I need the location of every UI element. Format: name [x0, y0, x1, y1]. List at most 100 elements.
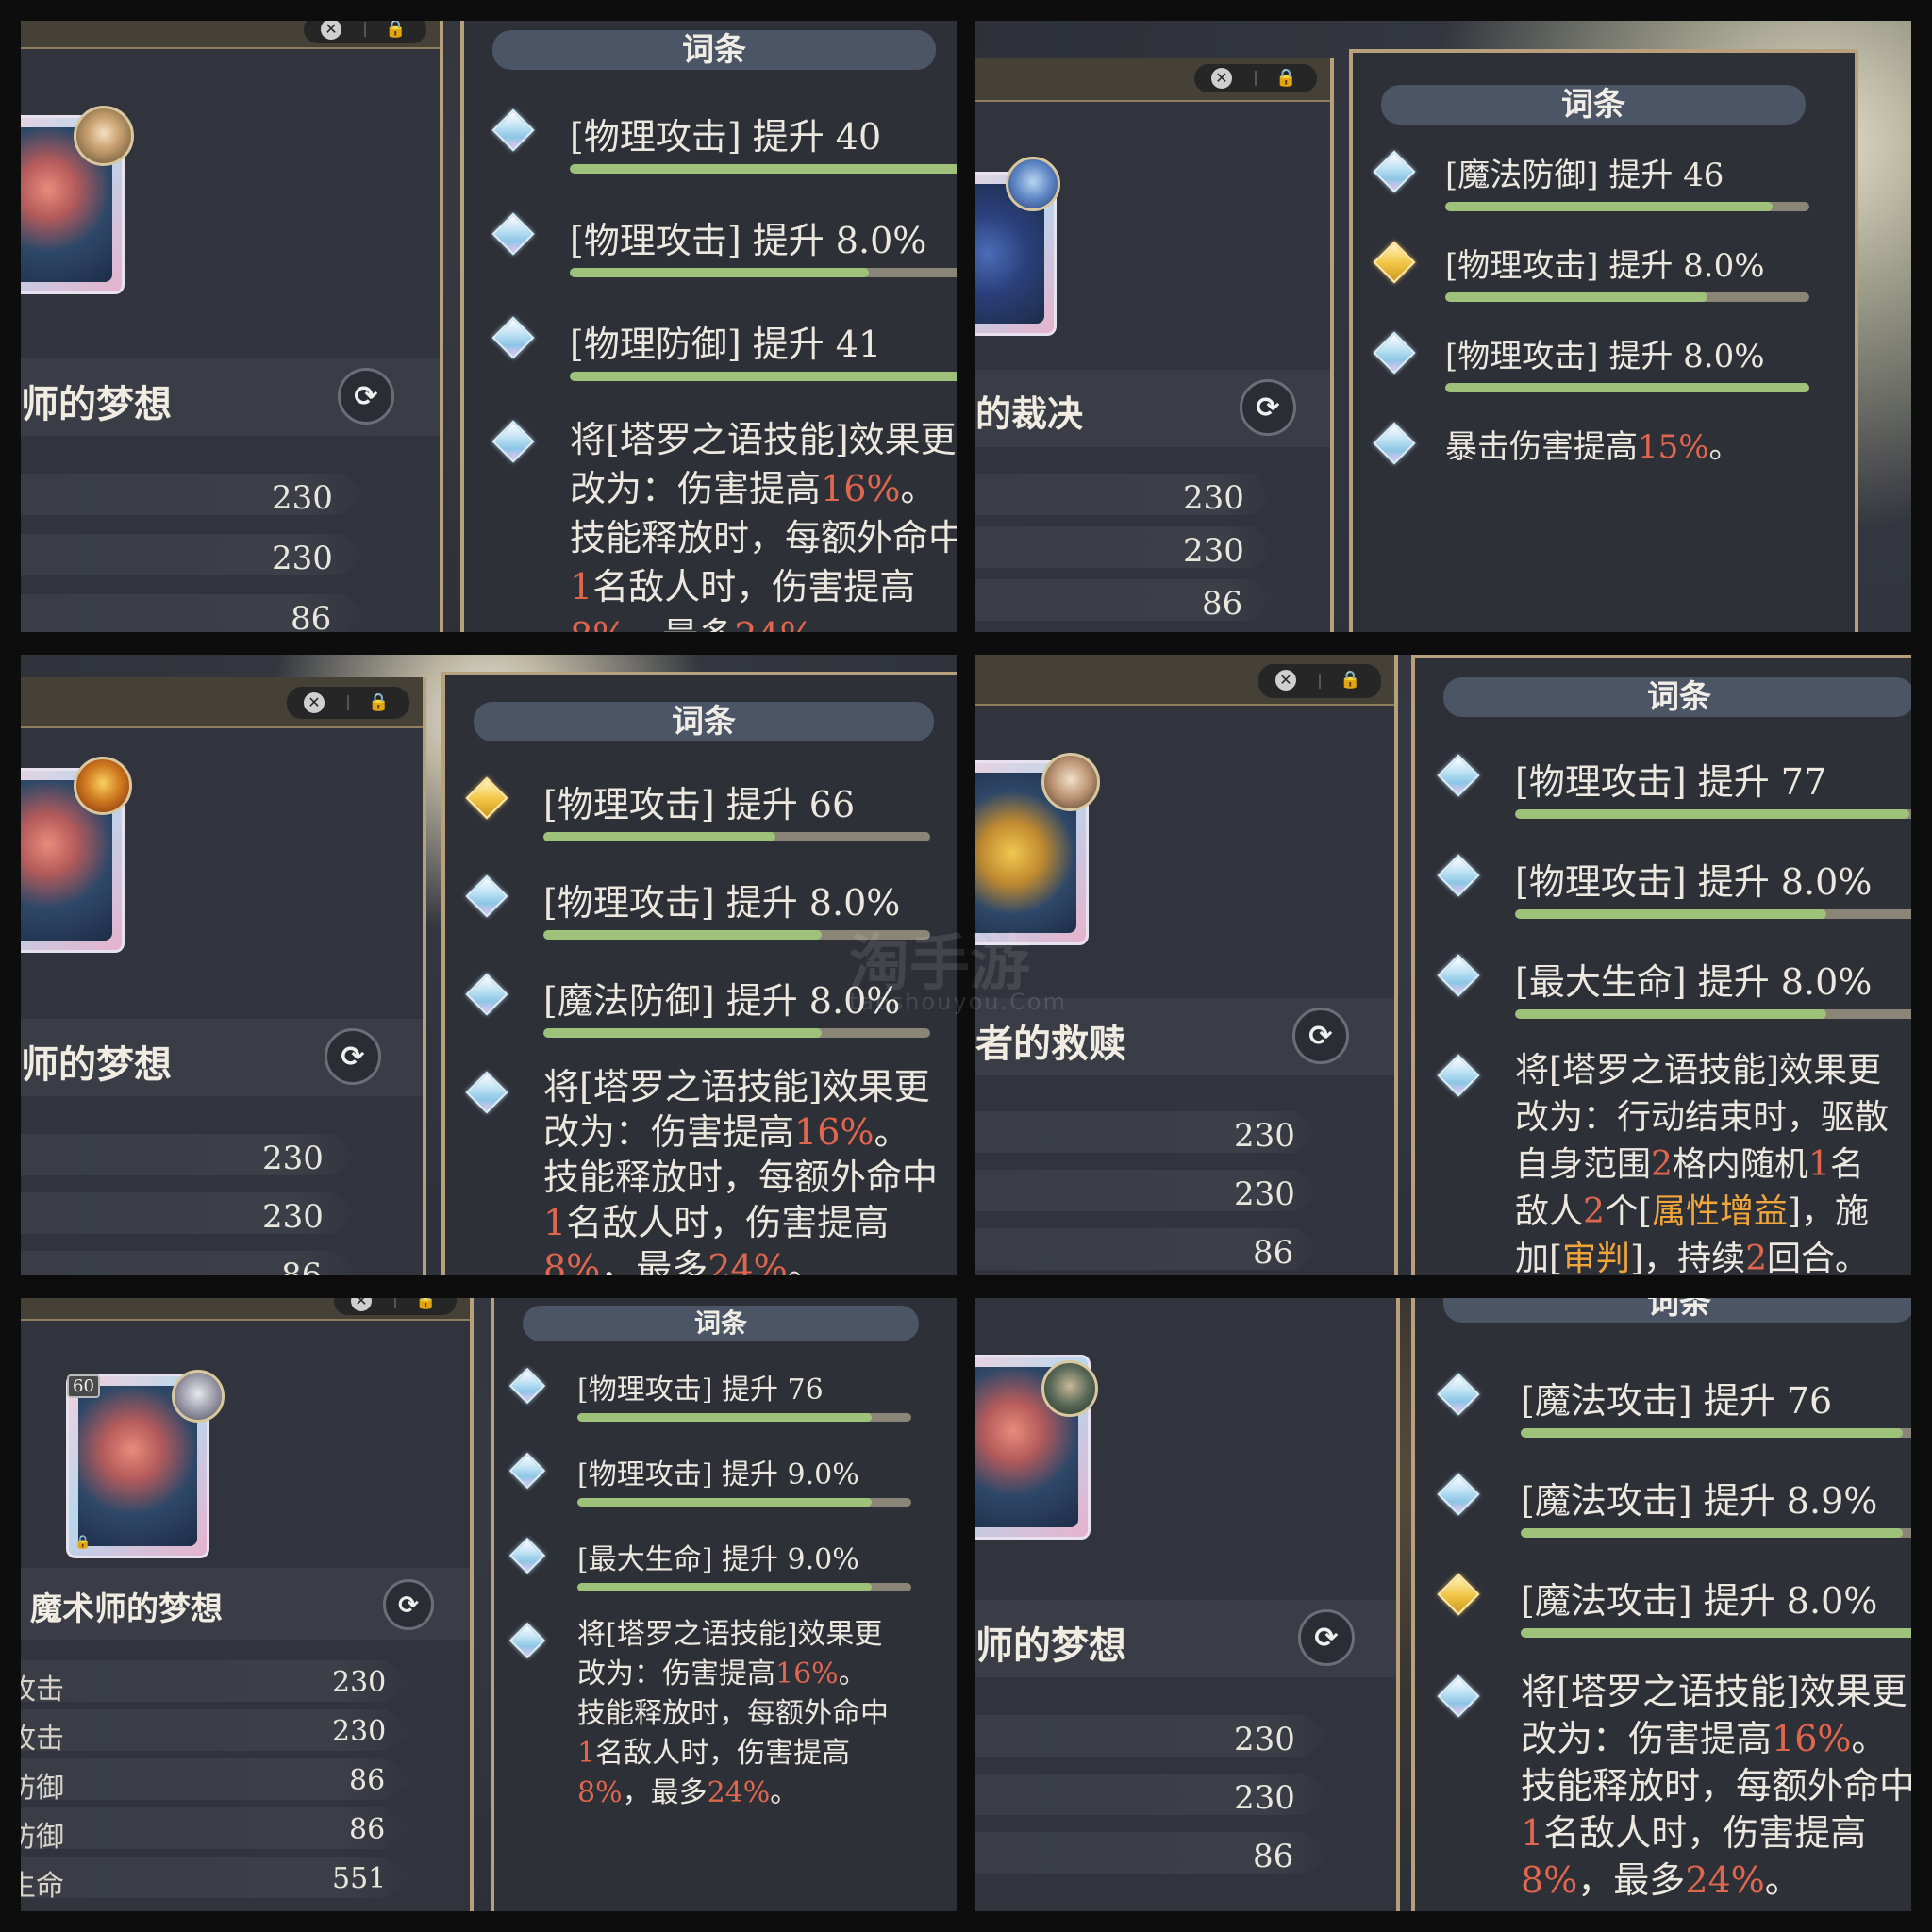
equipment-name: 师的梦想 — [21, 382, 172, 426]
stat-row: 230 — [975, 474, 1277, 515]
affix-gem-icon — [1437, 1473, 1480, 1516]
stat-row: 230 — [975, 1774, 1334, 1815]
discard-icon[interactable]: ✕ — [1211, 68, 1232, 89]
top-bar: ✕ 🔒 — [21, 21, 440, 49]
action-pill: ✕ 🔒 — [334, 1298, 457, 1315]
affix-header: 词条 — [474, 702, 934, 741]
affix-row: [物理攻击] 提升 76 — [508, 1366, 955, 1432]
stat-row: 230 — [21, 1192, 360, 1234]
equipment-info-panel: 师的梦想 ⟳ 230 230 86 — [975, 1298, 1400, 1911]
affix-progress-bar — [1515, 1009, 1911, 1019]
affix-progress-bar — [570, 268, 957, 277]
affix-gem-icon — [491, 316, 535, 359]
top-bar: ✕ 🔒 — [21, 677, 423, 728]
panel-5: ✕ 🔒 60 🔒 魔术师的梦想 ⟳ 攻击 230 攻击 230 防御 86 防御 86 … — [21, 1298, 957, 1911]
action-pill: ✕ 🔒 — [304, 21, 426, 43]
affix-row: [魔法攻击] 提升 76 — [1437, 1372, 1911, 1447]
affix-progress-bar — [1521, 1428, 1911, 1438]
refresh-icon[interactable]: ⟳ — [383, 1579, 434, 1630]
level-badge: 60 — [67, 1374, 100, 1398]
affix-row: [魔法攻击] 提升 8.9% — [1437, 1472, 1911, 1547]
special-effect-text: 将[塔罗之语技能]效果更 改为：伤害提高16%。 技能释放时，每额外命中 1名敌… — [570, 419, 957, 632]
lock-icon[interactable]: 🔒 — [1340, 669, 1360, 691]
affix-row: [物理攻击] 提升 9.0% — [508, 1451, 955, 1517]
affix-panel: 词条 [物理攻击] 提升 77 [物理攻击] 提升 8.0% [最大生命] 提升… — [1411, 655, 1911, 1275]
affix-gem-icon — [508, 1622, 546, 1659]
affix-progress-bar — [543, 1028, 930, 1038]
stat-row: 86 — [975, 1832, 1334, 1874]
stat-row: 攻击 230 — [21, 1709, 417, 1751]
panel-4: ✕ 🔒 者的救赎 ⟳ 230 230 86 词条 [物理攻击] 提升 77 [物… — [975, 655, 1911, 1275]
special-effect-text: 将[塔罗之语技能]效果更 改为：行动结束时，驱散 自身范围2格内随机1名 敌人2… — [1515, 1051, 1890, 1275]
refresh-icon[interactable]: ⟳ — [325, 1028, 381, 1085]
stat-row: 230 — [21, 534, 370, 575]
equipment-name-bar: 师的梦想 ⟳ — [21, 358, 440, 436]
stat-row: 230 — [975, 1170, 1324, 1211]
card-lock-icon: 🔒 — [75, 1535, 92, 1550]
lock-icon[interactable]: 🔒 — [368, 691, 389, 714]
affix-gem-icon — [508, 1367, 546, 1405]
affix-gem-icon — [1437, 1674, 1480, 1718]
affix-gem-gold-icon — [465, 776, 508, 820]
affix-gem-icon — [491, 212, 535, 256]
stat-row: 230 — [21, 474, 370, 515]
refresh-icon[interactable]: ⟳ — [1298, 1609, 1355, 1666]
equipment-info-panel: ✕ 🔒 师的梦想 ⟳ 230 230 86 — [21, 21, 443, 632]
special-effect-text: 将[塔罗之语技能]效果更 改为：伤害提高16%。 技能释放时，每额外命中 1名敌… — [1521, 1671, 1911, 1901]
watermark-url: taoshouyou.Com — [849, 989, 1067, 1015]
affix-panel: 词条 [魔法攻击] 提升 76 [魔法攻击] 提升 8.9% [魔法攻击] 提升… — [1411, 1298, 1911, 1911]
affix-row: [物理攻击] 提升 8.0% — [1373, 240, 1838, 315]
affix-gem-icon — [1437, 1054, 1480, 1097]
character-avatar — [1006, 157, 1060, 211]
equipment-name: 的裁决 — [975, 392, 1084, 435]
affix-row: [物理攻击] 提升 66 — [465, 775, 957, 851]
discard-icon[interactable]: ✕ — [321, 21, 341, 40]
stat-row: 86 — [21, 594, 370, 632]
equipment-name: 魔术师的梦想 — [30, 1591, 223, 1628]
panel-3: ✕ 🔒 师的梦想 ⟳ 230 230 86 词条 [物理攻击] 提升 66 [物… — [21, 655, 957, 1275]
affix-header: 词条 — [1443, 677, 1911, 717]
lock-icon[interactable]: 🔒 — [415, 1298, 436, 1312]
discard-icon[interactable]: ✕ — [1275, 670, 1296, 691]
affix-progress-bar — [577, 1498, 911, 1507]
lock-icon[interactable]: 🔒 — [385, 21, 406, 41]
stat-row: 生命 551 — [21, 1857, 417, 1898]
character-avatar — [74, 106, 134, 166]
affix-gem-icon — [491, 420, 535, 463]
affix-gem-icon — [491, 108, 535, 152]
affix-gem-icon — [1373, 331, 1416, 375]
affix-gem-icon — [508, 1537, 546, 1574]
affix-progress-bar — [1445, 202, 1809, 211]
action-pill: ✕ 🔒 — [1194, 64, 1317, 92]
discard-icon[interactable]: ✕ — [351, 1298, 372, 1311]
stat-row: 230 — [975, 1715, 1334, 1757]
affix-header: 词条 — [492, 30, 936, 70]
character-avatar — [172, 1370, 225, 1423]
lock-icon[interactable]: 🔒 — [1275, 67, 1296, 90]
refresh-icon[interactable]: ⟳ — [1240, 379, 1296, 436]
affix-row: [魔法防御] 提升 46 — [1373, 149, 1838, 225]
affix-gem-gold-icon — [1437, 1573, 1480, 1616]
equipment-name-bar: 的裁决 ⟳ — [975, 370, 1330, 447]
affix-gem-icon — [1437, 954, 1480, 997]
character-avatar — [74, 757, 132, 815]
affix-progress-bar — [1445, 292, 1809, 302]
affix-header: 词条 — [1443, 1298, 1911, 1323]
refresh-icon[interactable]: ⟳ — [338, 368, 394, 425]
affix-row-crit: 暴击伤害提高15%。 — [1373, 421, 1838, 477]
affix-gem-icon — [465, 1071, 508, 1114]
affix-panel: 词条 [物理攻击] 提升 40 [物理攻击] 提升 8.0% [物理防御] 提升… — [460, 21, 957, 632]
affix-row: [最大生命] 提升 8.0% — [1437, 953, 1911, 1028]
equipment-name: 者的救赎 — [975, 1022, 1126, 1066]
refresh-icon[interactable]: ⟳ — [1292, 1008, 1349, 1064]
affix-gem-icon — [1437, 1373, 1480, 1416]
affix-row: [魔法攻击] 提升 8.0% — [1437, 1572, 1911, 1647]
panel-6: 师的梦想 ⟳ 230 230 86 词条 [魔法攻击] 提升 76 [魔法攻击]… — [975, 1298, 1911, 1911]
affix-row: [物理攻击] 提升 40 — [491, 108, 957, 183]
affix-progress-bar — [1521, 1628, 1911, 1638]
top-bar: ✕ 🔒 — [21, 1298, 470, 1321]
stat-row: 230 — [21, 1134, 360, 1175]
discard-icon[interactable]: ✕ — [304, 692, 325, 713]
equipment-name: 师的梦想 — [21, 1042, 172, 1087]
panel-1: ✕ 🔒 师的梦想 ⟳ 230 230 86 词条 [物理攻击] 提升 40 [物… — [21, 21, 957, 632]
